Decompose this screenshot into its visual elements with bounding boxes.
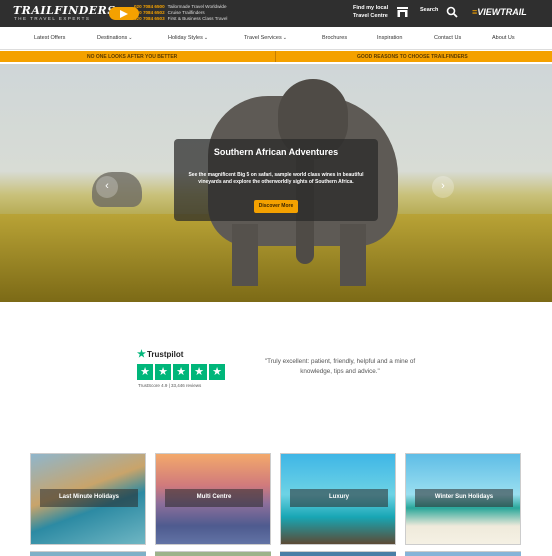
- elephant-leg: [232, 224, 258, 286]
- carousel-prev-icon[interactable]: ‹: [96, 176, 118, 198]
- chevron-down-icon: ⌄: [128, 35, 133, 41]
- hero-card: Southern African Adventures See the magn…: [174, 139, 378, 221]
- trustscore-text: TrustScore 4.9 | 33,446 reviews: [138, 383, 202, 388]
- trustpilot-stars: ★ ★ ★ ★ ★: [137, 364, 225, 380]
- hero-banner: ‹ › Southern African Adventures See the …: [0, 64, 552, 302]
- nav-inspiration[interactable]: Inspiration: [377, 35, 402, 41]
- tile-label: Luxury: [328, 494, 349, 500]
- customer-quote: "Truly excellent: patient, friendly, hel…: [264, 358, 416, 375]
- star-icon: ★: [137, 364, 153, 380]
- chevron-down-icon: ⌄: [203, 35, 209, 41]
- nav-about-us[interactable]: About Us: [492, 35, 515, 41]
- tile-label-box: Multi Centre: [165, 489, 263, 507]
- tile-label-box: Luxury: [290, 489, 388, 507]
- tile-winter-sun-holidays[interactable]: Winter Sun Holidays: [405, 453, 521, 545]
- trustpilot-widget[interactable]: ★Trustpilot ★ ★ ★ ★ ★ TrustScore 4.9 | 3…: [137, 347, 237, 392]
- elephant-leg: [340, 224, 366, 286]
- star-icon: ★: [209, 364, 225, 380]
- top-bar: TRAILFINDERS THE TRAVEL EXPERTS 020 7084…: [0, 0, 552, 27]
- main-nav: Latest Offers Destinations⌄ Holiday Styl…: [0, 27, 552, 50]
- nav-brochures[interactable]: Brochures: [322, 35, 347, 41]
- phone-line[interactable]: 020 7084 6503 First & Business Class Trav…: [134, 16, 227, 22]
- tile-label: Last Minute Holidays: [58, 494, 119, 500]
- nav-travel-services[interactable]: Travel Services⌄: [244, 35, 287, 41]
- hero-description: See the magnificent Big 5 on safari, sam…: [188, 172, 364, 185]
- tile-last-minute-holidays[interactable]: Last Minute Holidays: [30, 453, 146, 545]
- tile-next-row[interactable]: [30, 551, 146, 556]
- find-travel-centre-link[interactable]: Find my local Travel Centre: [353, 4, 397, 20]
- tile-label-box: Winter Sun Holidays: [415, 489, 513, 507]
- search-icon: [446, 6, 458, 18]
- tile-luxury[interactable]: Luxury: [280, 453, 396, 545]
- nav-holiday-styles[interactable]: Holiday Styles⌄: [168, 35, 208, 41]
- viewtrail-link[interactable]: ≡VIEWTRAIL: [472, 7, 527, 17]
- strip-divider: [275, 51, 276, 62]
- phone-numbers: 020 7084 6500 Tailormade Travel Worldwide…: [134, 4, 227, 22]
- nav-destinations[interactable]: Destinations⌄: [97, 35, 132, 41]
- tile-multi-centre[interactable]: Multi Centre: [155, 453, 271, 545]
- star-icon: ★: [155, 364, 171, 380]
- hero-title: Southern African Adventures: [213, 147, 339, 157]
- tile-label-box: Last Minute Holidays: [40, 489, 138, 507]
- carousel-next-icon[interactable]: ›: [432, 176, 454, 198]
- logo-tagline: THE TRAVEL EXPERTS: [14, 16, 91, 21]
- tile-next-row[interactable]: [280, 551, 396, 556]
- nav-contact-us[interactable]: Contact Us: [434, 35, 461, 41]
- tile-label: Winter Sun Holidays: [434, 494, 494, 500]
- tile-next-row[interactable]: [155, 551, 271, 556]
- star-icon: ★: [191, 364, 207, 380]
- tile-next-row[interactable]: [405, 551, 521, 556]
- usp-strip: No one looks after you better Good reaso…: [0, 51, 552, 62]
- trustpilot-logo: ★Trustpilot: [137, 349, 184, 360]
- store-icon[interactable]: [397, 7, 408, 17]
- star-icon: ★: [173, 364, 189, 380]
- search-label: Search: [420, 7, 439, 13]
- usp-right-link[interactable]: Good reasons to choose Trailfinders: [357, 54, 468, 60]
- tile-label: Multi Centre: [196, 494, 232, 500]
- usp-left-link[interactable]: No one looks after you better: [87, 54, 177, 60]
- nav-latest-offers[interactable]: Latest Offers: [34, 35, 65, 41]
- trailfinders-logo[interactable]: TRAILFINDERS THE TRAVEL EXPERTS: [13, 4, 139, 23]
- discover-more-button[interactable]: Discover More: [254, 200, 298, 213]
- trustpilot-star-icon: ★: [137, 349, 146, 360]
- chevron-down-icon: ⌄: [282, 35, 287, 41]
